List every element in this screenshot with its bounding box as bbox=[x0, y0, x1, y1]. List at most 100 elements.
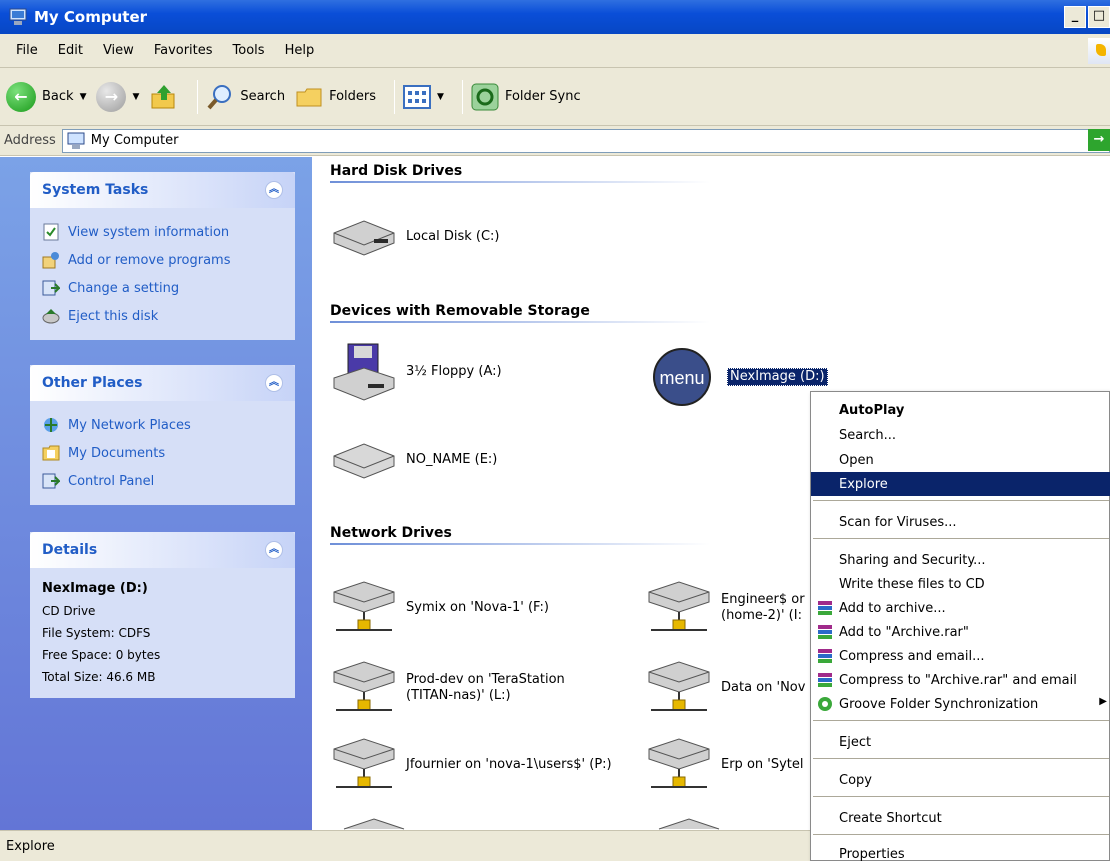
ctx-eject[interactable]: Eject bbox=[811, 730, 1110, 754]
drive-local-disk-c[interactable]: Local Disk (C:) bbox=[330, 217, 499, 257]
place-my-documents[interactable]: My Documents bbox=[42, 439, 283, 467]
ctx-groove-sync[interactable]: Groove Folder Synchronization ▶ bbox=[811, 692, 1110, 716]
go-arrow-icon[interactable]: → bbox=[1088, 129, 1110, 151]
views-icon bbox=[403, 84, 432, 109]
back-dropdown-icon[interactable]: ▼ bbox=[80, 92, 87, 102]
back-button[interactable]: ← Back ▼ bbox=[6, 77, 86, 117]
ctx-add-rar[interactable]: Add to "Archive.rar" bbox=[811, 620, 1110, 644]
drive-symix-f[interactable]: Symix on 'Nova-1' (F:) bbox=[330, 580, 549, 636]
forward-button[interactable]: → ▼ bbox=[96, 77, 139, 117]
ctx-separator bbox=[813, 538, 1109, 539]
forward-arrow-icon: → bbox=[96, 81, 127, 112]
drive-label: Symix on 'Nova-1' (F:) bbox=[406, 600, 549, 615]
ctx-explore[interactable]: Explore bbox=[811, 472, 1110, 496]
ctx-properties[interactable]: Properties bbox=[811, 842, 1110, 861]
control-panel-icon bbox=[42, 473, 60, 489]
ctx-autoplay[interactable]: AutoPlay bbox=[811, 398, 1110, 422]
ctx-add-archive[interactable]: Add to archive... bbox=[811, 596, 1110, 620]
task-change-setting[interactable]: Change a setting bbox=[42, 274, 283, 302]
ctx-write-cd[interactable]: Write these files to CD bbox=[811, 572, 1110, 596]
status-text: Explore bbox=[6, 838, 55, 854]
hard-drive-icon bbox=[333, 220, 395, 256]
folder-sync-icon bbox=[471, 83, 499, 110]
details-drive-name: NexImage (D:) bbox=[42, 581, 148, 596]
drive-proddev-l[interactable]: Prod-dev on 'TeraStation (TITAN-nas)' (L:… bbox=[330, 660, 565, 716]
details-file-system: File System: CDFS bbox=[42, 626, 151, 640]
section-removable-storage: Devices with Removable Storage bbox=[330, 303, 590, 319]
address-input[interactable]: My Computer ▼ bbox=[61, 128, 1110, 153]
section-network-drives: Network Drives bbox=[330, 525, 452, 541]
drive-label-line1: Prod-dev on 'TeraStation bbox=[406, 672, 565, 687]
collapse-chevron-icon[interactable]: ︽ bbox=[265, 374, 283, 392]
task-add-remove-programs[interactable]: Add or remove programs bbox=[42, 246, 283, 274]
network-drive-icon bbox=[333, 581, 395, 631]
views-button[interactable]: ▼ bbox=[403, 77, 444, 117]
menu-view[interactable]: View bbox=[93, 43, 144, 58]
drive-data[interactable]: Data on 'Nov bbox=[645, 660, 805, 716]
ctx-compress-rar-email[interactable]: Compress to "Archive.rar" and email bbox=[811, 668, 1110, 692]
collapse-chevron-icon[interactable]: ︽ bbox=[265, 181, 283, 199]
ctx-separator bbox=[813, 500, 1109, 501]
menu-help[interactable]: Help bbox=[275, 43, 325, 58]
ctx-open[interactable]: Open bbox=[811, 448, 1110, 472]
ctx-search[interactable]: Search... bbox=[811, 423, 1110, 447]
menu-bar: File Edit View Favorites Tools Help bbox=[0, 34, 1110, 68]
toolbar: ← Back ▼ → ▼ Search Folders ▼ Folder Syn… bbox=[0, 68, 1110, 126]
system-tasks-panel: System Tasks ︽ View system information A… bbox=[30, 172, 295, 340]
up-folder-button[interactable] bbox=[149, 77, 179, 117]
views-dropdown-icon[interactable]: ▼ bbox=[437, 92, 444, 102]
my-computer-icon bbox=[67, 132, 85, 149]
minimize-button[interactable]: _ bbox=[1064, 6, 1086, 28]
system-tasks-title: System Tasks bbox=[42, 182, 149, 198]
drive-label: 3½ Floppy (A:) bbox=[406, 364, 502, 379]
place-control-panel[interactable]: Control Panel bbox=[42, 467, 283, 495]
winrar-icon bbox=[818, 601, 832, 615]
drive-erp[interactable]: Erp on 'Sytel bbox=[645, 737, 804, 793]
control-panel-icon bbox=[42, 280, 60, 296]
drive-neximage-d[interactable]: menu NexImage (D:) bbox=[645, 347, 828, 407]
back-arrow-icon: ← bbox=[6, 81, 36, 112]
address-value: My Computer bbox=[90, 133, 179, 148]
menu-favorites[interactable]: Favorites bbox=[144, 43, 223, 58]
details-drive-type: CD Drive bbox=[42, 604, 96, 618]
ctx-compress-email[interactable]: Compress and email... bbox=[811, 644, 1110, 668]
drive-engineer-i[interactable]: Engineer$ or (home-2)' (I: bbox=[645, 580, 805, 636]
toolbar-separator bbox=[197, 79, 199, 114]
maximize-button[interactable]: □ bbox=[1088, 6, 1110, 28]
ctx-label: Add to "Archive.rar" bbox=[839, 624, 969, 640]
system-tasks-header[interactable]: System Tasks ︽ bbox=[30, 172, 295, 208]
task-eject-disk[interactable]: Eject this disk bbox=[42, 302, 283, 330]
place-my-network-places[interactable]: My Network Places bbox=[42, 411, 283, 439]
drive-jfournier-p[interactable]: Jfournier on 'nova-1\users$' (P:) bbox=[330, 737, 612, 793]
folders-button[interactable]: Folders bbox=[295, 77, 376, 117]
details-title: Details bbox=[42, 542, 98, 558]
back-label: Back bbox=[42, 89, 74, 104]
drive-label: NO_NAME (E:) bbox=[406, 452, 498, 467]
ctx-separator bbox=[813, 796, 1109, 797]
drive-noname-e[interactable]: NO_NAME (E:) bbox=[330, 440, 497, 480]
ctx-scan-viruses[interactable]: Scan for Viruses... bbox=[811, 510, 1110, 534]
section-divider bbox=[330, 543, 710, 545]
network-places-icon bbox=[44, 418, 58, 432]
search-label: Search bbox=[240, 89, 286, 104]
other-places-header[interactable]: Other Places ︽ bbox=[30, 365, 295, 401]
task-view-system-information[interactable]: View system information bbox=[42, 218, 283, 246]
menu-edit[interactable]: Edit bbox=[48, 43, 93, 58]
ctx-sharing-security[interactable]: Sharing and Security... bbox=[811, 548, 1110, 572]
menu-file[interactable]: File bbox=[6, 43, 48, 58]
folders-icon bbox=[296, 88, 322, 106]
task-label: Eject this disk bbox=[68, 308, 159, 324]
collapse-chevron-icon[interactable]: ︽ bbox=[265, 541, 283, 559]
forward-dropdown-icon[interactable]: ▼ bbox=[132, 92, 139, 102]
details-header[interactable]: Details ︽ bbox=[30, 532, 295, 568]
menu-tools[interactable]: Tools bbox=[223, 43, 275, 58]
ctx-copy[interactable]: Copy bbox=[811, 768, 1110, 792]
winrar-icon bbox=[818, 673, 832, 687]
drive-floppy-a[interactable]: 3½ Floppy (A:) bbox=[330, 342, 502, 402]
details-free-space: Free Space: 0 bytes bbox=[42, 648, 161, 662]
add-remove-programs-icon bbox=[42, 252, 59, 269]
ctx-create-shortcut[interactable]: Create Shortcut bbox=[811, 806, 1110, 830]
search-button[interactable]: Search bbox=[206, 77, 285, 117]
network-drive-icon-partial bbox=[658, 818, 720, 830]
folder-sync-button[interactable]: Folder Sync bbox=[471, 77, 581, 117]
